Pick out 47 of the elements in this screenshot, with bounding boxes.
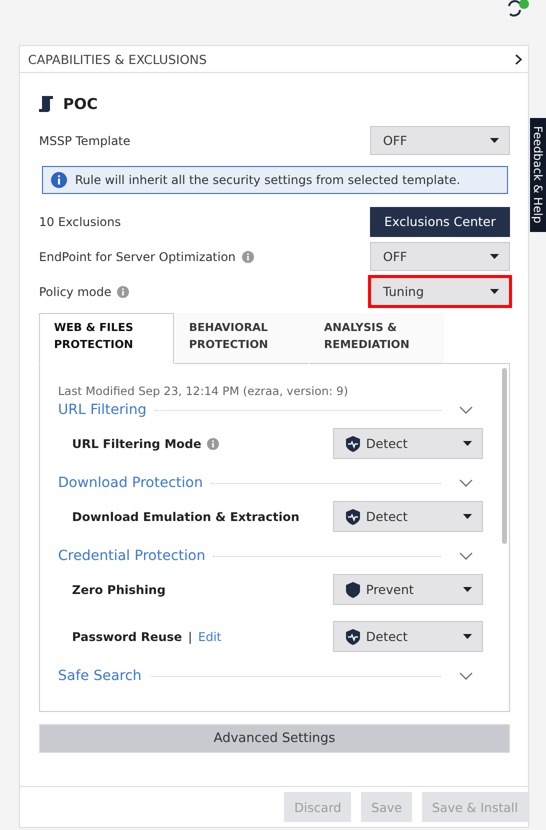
setting-label: EndPoint for Server Optimization [39, 250, 236, 264]
feedback-tab[interactable]: Feedback & Help [530, 118, 546, 232]
caret-icon [463, 587, 472, 592]
dropdown[interactable]: OFF [370, 242, 510, 271]
setting-label: Download Emulation & Extraction [72, 510, 300, 524]
chevron-right-icon[interactable] [515, 54, 522, 64]
chevron-down-icon[interactable] [459, 479, 473, 487]
scroll-icon [39, 96, 53, 112]
info-icon [51, 172, 67, 188]
advanced-settings-button[interactable]: Advanced Settings [39, 724, 510, 753]
policy-name: POC [63, 95, 98, 113]
setting-label: MSSP Template [39, 134, 130, 148]
caret-icon [463, 514, 472, 519]
section-heading[interactable]: Safe Search [58, 668, 142, 684]
caret-icon [463, 634, 472, 639]
caret-icon [490, 138, 499, 143]
caret-icon [490, 254, 499, 259]
exclusions-center-button[interactable]: Exclusions Center [370, 206, 510, 236]
notice-text: Rule will inherit all the security settings from selected template. [75, 173, 460, 187]
dropdown[interactable]: Prevent [333, 574, 483, 605]
dropdown[interactable]: OFF [370, 126, 510, 155]
caret-icon [463, 441, 472, 446]
setting-label: Zero Phishing [72, 582, 166, 596]
section-heading[interactable]: Download Protection [58, 475, 203, 491]
chevron-down-icon[interactable] [459, 552, 473, 560]
dropdown[interactable]: Tuning [370, 277, 510, 306]
setting-label: URL Filtering Mode [72, 436, 202, 450]
chevron-down-icon[interactable] [459, 672, 473, 680]
setting-label: Password Reuse [72, 630, 182, 644]
dropdown[interactable]: Detect [333, 501, 483, 532]
tab[interactable]: WEB & FILES PROTECTION [39, 313, 174, 364]
section-title: CAPABILITIES & EXCLUSIONS [28, 52, 207, 66]
exclusions-count: 10 Exclusions [39, 214, 121, 228]
separator: | [188, 630, 192, 644]
edit-link[interactable]: Edit [198, 630, 222, 644]
setting-label: Policy mode [39, 284, 112, 298]
dropdown[interactable]: Detect [333, 428, 483, 459]
tab[interactable]: BEHAVIORAL PROTECTION [174, 313, 309, 364]
chevron-down-icon[interactable] [459, 406, 473, 414]
last-modified-text: Last Modified Sep 23, 12:14 PM (ezraa, version: 9) [58, 384, 350, 398]
caret-icon [490, 289, 499, 294]
tab[interactable]: ANALYSIS & REMEDIATION [309, 313, 444, 364]
section-heading[interactable]: Credential Protection [58, 548, 206, 564]
section-heading[interactable]: URL Filtering [58, 402, 147, 418]
dropdown[interactable]: Detect [333, 621, 483, 652]
sync-icon [506, 0, 530, 18]
scrollbar[interactable] [502, 368, 507, 544]
